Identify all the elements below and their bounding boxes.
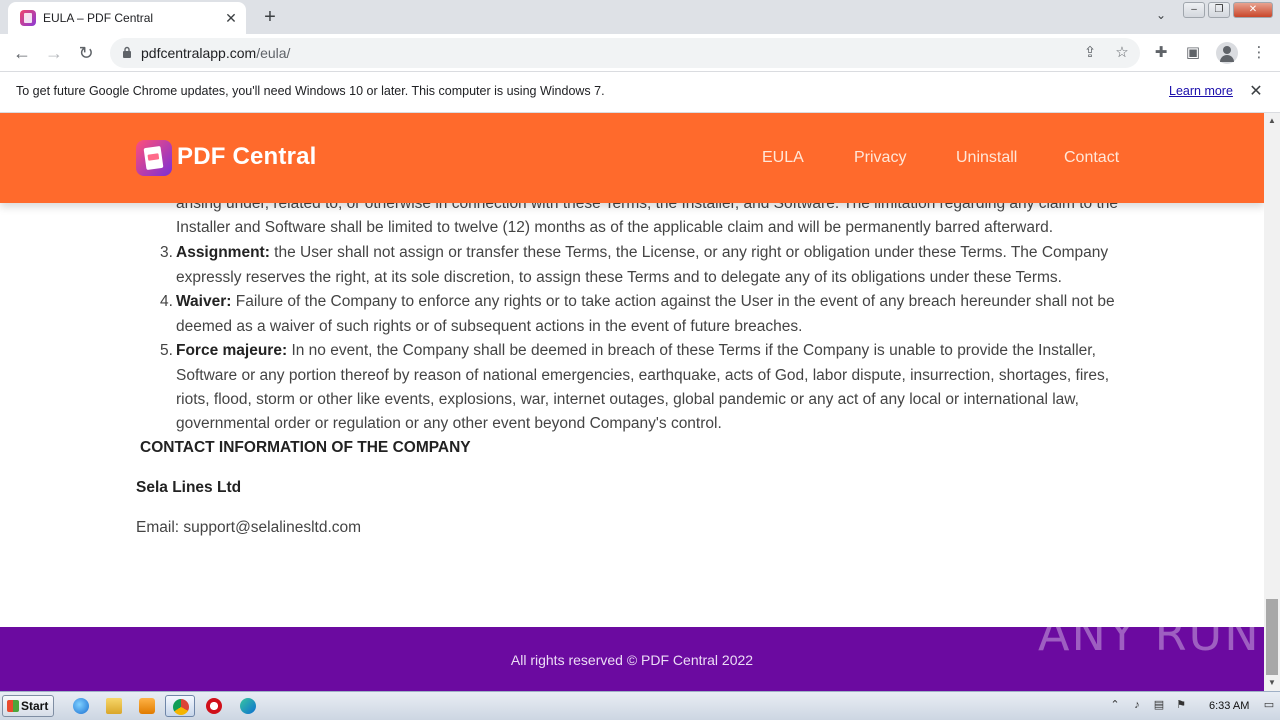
learn-more-link[interactable]: Learn more	[1169, 84, 1233, 98]
text-line: expressly reserves the right, at its sol…	[176, 269, 1062, 286]
text-line: deemed as a waiver of such rights or of …	[176, 318, 803, 335]
taskbar-edge[interactable]	[233, 695, 263, 717]
nav-privacy[interactable]: Privacy	[854, 149, 906, 167]
list-number: 5.	[160, 342, 173, 359]
lock-icon	[123, 46, 131, 58]
nav-eula[interactable]: EULA	[762, 149, 804, 167]
web-page: arising under, related to, or otherwise …	[0, 113, 1264, 691]
scroll-up-arrow-icon[interactable]: ▲	[1264, 113, 1280, 129]
nav-uninstall[interactable]: Uninstall	[956, 149, 1017, 167]
site-logo-text[interactable]: PDF Central	[177, 143, 317, 171]
tab-search-chevron-icon[interactable]: ⌄	[1152, 8, 1170, 26]
menu-dots-icon[interactable]: ⋮	[1249, 43, 1269, 63]
pdf-central-favicon-icon	[20, 10, 36, 26]
tab-strip: EULA – PDF Central ✕ + ⌄ – ❐ ✕	[0, 0, 1280, 34]
update-infobar: To get future Google Chrome updates, you…	[0, 72, 1280, 113]
site-header: PDF Central EULA Privacy Uninstall Conta…	[0, 113, 1264, 203]
media-player-icon	[139, 698, 155, 714]
taskbar-opera[interactable]	[199, 695, 229, 717]
tab-title: EULA – PDF Central	[43, 11, 154, 25]
internet-explorer-icon	[73, 698, 89, 714]
close-window-button[interactable]: ✕	[1233, 2, 1273, 18]
taskbar-media-player[interactable]	[132, 695, 162, 717]
forward-arrow-icon[interactable]: →	[42, 41, 66, 65]
browser-toolbar: ← → ↻ pdfcentralapp.com/eula/ ⇪ ☆ ✚ ▣ ⋮	[0, 34, 1280, 72]
company-name: Sela Lines Ltd	[136, 479, 242, 496]
list-item-force-majeure: Force majeure: In no event, the Company …	[176, 342, 1096, 359]
address-bar[interactable]: pdfcentralapp.com/eula/ ⇪ ☆	[110, 38, 1140, 68]
start-button[interactable]: Start	[2, 695, 54, 717]
folder-icon	[106, 698, 122, 714]
list-number: 3.	[160, 244, 173, 261]
contact-email[interactable]: Email: support@selalinesltd.com	[136, 519, 361, 537]
nav-contact[interactable]: Contact	[1064, 149, 1119, 167]
system-tray: ⌃ ♪ ▤ ⚑ 6:33 AM ▭	[1106, 694, 1280, 719]
tray-expand-icon[interactable]: ⌃	[1108, 698, 1122, 712]
volume-icon[interactable]: ♪	[1130, 698, 1144, 712]
show-desktop-icon[interactable]: ▭	[1262, 698, 1276, 712]
bookmark-star-icon[interactable]: ☆	[1112, 43, 1132, 63]
infobar-close-icon[interactable]: ✕	[1246, 82, 1266, 102]
page-scrollbar[interactable]: ▲ ▼	[1264, 113, 1280, 691]
list-number: 4.	[160, 293, 173, 310]
list-item-assignment: Assignment: the User shall not assign or…	[176, 244, 1109, 261]
edge-icon	[240, 698, 256, 714]
tab-close-icon[interactable]: ✕	[222, 9, 240, 27]
share-icon[interactable]: ⇪	[1080, 43, 1100, 63]
reload-icon[interactable]: ↻	[74, 41, 98, 65]
taskbar-clock[interactable]: 6:33 AM	[1209, 700, 1249, 712]
chrome-icon	[173, 699, 189, 715]
taskbar-ie[interactable]	[66, 695, 96, 717]
infobar-message: To get future Google Chrome updates, you…	[16, 84, 605, 98]
windows-taskbar: Start ⌃ ♪ ▤ ⚑ 6:33 AM ▭	[0, 691, 1280, 720]
profile-avatar-icon[interactable]	[1216, 42, 1238, 64]
restore-button[interactable]: ❐	[1208, 2, 1230, 18]
new-tab-button[interactable]: +	[259, 6, 281, 28]
list-item-waiver: Waiver: Failure of the Company to enforc…	[176, 293, 1115, 310]
contact-heading: CONTACT INFORMATION OF THE COMPANY	[140, 439, 471, 456]
opera-icon	[206, 698, 222, 714]
back-arrow-icon[interactable]: ←	[10, 41, 34, 65]
text-line: Installer and Software shall be limited …	[176, 219, 1054, 236]
browser-tab[interactable]: EULA – PDF Central ✕	[8, 2, 246, 34]
windows-logo-icon	[7, 700, 19, 712]
text-line: Software or any portion thereof by reaso…	[176, 367, 1110, 384]
network-icon[interactable]: ▤	[1152, 698, 1166, 712]
scroll-down-arrow-icon[interactable]: ▼	[1264, 675, 1280, 691]
taskbar-chrome[interactable]	[165, 695, 195, 717]
scrollbar-thumb[interactable]	[1266, 599, 1278, 675]
side-panel-icon[interactable]: ▣	[1183, 43, 1203, 63]
action-center-flag-icon[interactable]: ⚑	[1174, 698, 1188, 712]
text-line: governmental order or regulation or any …	[176, 415, 722, 432]
url-text: pdfcentralapp.com/eula/	[141, 45, 291, 61]
taskbar-explorer[interactable]	[99, 695, 129, 717]
text-line: riots, flood, storm or other like events…	[176, 391, 1079, 408]
page-viewport: arising under, related to, or otherwise …	[0, 113, 1280, 691]
minimize-button[interactable]: –	[1183, 2, 1205, 18]
pdf-central-logo-icon[interactable]	[136, 140, 172, 176]
extensions-puzzle-icon[interactable]: ✚	[1151, 43, 1171, 63]
start-label: Start	[21, 699, 49, 713]
anyrun-watermark: ANY RUN	[1038, 607, 1261, 661]
